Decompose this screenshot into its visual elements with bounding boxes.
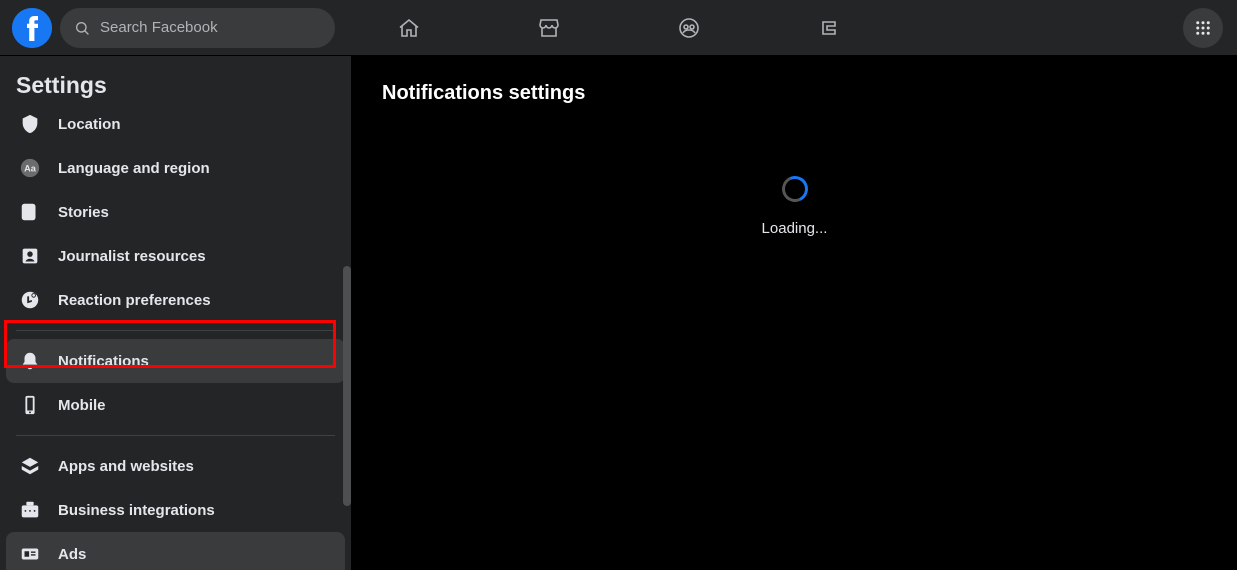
page-title: Notifications settings [352, 56, 1237, 105]
apps-icon [16, 455, 44, 477]
language-icon: Aa [16, 157, 44, 179]
sidebar-item-business[interactable]: Business integrations [6, 488, 345, 532]
mobile-icon [16, 394, 44, 416]
home-icon [397, 16, 421, 40]
sidebar-item-label: Stories [58, 204, 109, 221]
sidebar-item-journalist[interactable]: Journalist resources [6, 234, 345, 278]
search-placeholder-text: Search Facebook [100, 19, 218, 36]
sidebar-scrollbar[interactable] [343, 266, 351, 506]
sidebar-item-label: Journalist resources [58, 248, 206, 265]
sidebar-item-label: Apps and websites [58, 458, 194, 475]
sidebar-scroll-area[interactable]: Location Aa Language and region Stories [0, 102, 351, 570]
sidebar-item-mobile[interactable]: Mobile [6, 383, 345, 427]
groups-icon [677, 16, 701, 40]
reaction-icon [16, 289, 44, 311]
notifications-icon [16, 350, 44, 372]
nav-marketplace[interactable] [519, 8, 579, 48]
spinner-icon [778, 172, 811, 205]
stories-icon [16, 201, 44, 223]
menu-grid-icon [1194, 19, 1212, 37]
location-icon [16, 113, 44, 135]
loading-indicator: Loading... [352, 176, 1237, 237]
search-icon [74, 20, 90, 36]
top-header: Search Facebook [0, 0, 1237, 56]
ads-icon [16, 543, 44, 565]
sidebar-item-apps[interactable]: Apps and websites [6, 444, 345, 488]
sidebar-item-notifications[interactable]: Notifications [6, 339, 345, 383]
marketplace-icon [537, 16, 561, 40]
nav-home[interactable] [379, 8, 439, 48]
nav-gaming[interactable] [799, 8, 859, 48]
sidebar-item-language[interactable]: Aa Language and region [6, 146, 345, 190]
sidebar-item-label: Business integrations [58, 502, 215, 519]
business-icon [16, 499, 44, 521]
sidebar-list: Location Aa Language and region Stories [0, 102, 351, 570]
page-body: Settings Location Aa Language and region [0, 56, 1237, 570]
menu-button[interactable] [1183, 8, 1223, 48]
svg-text:Aa: Aa [24, 164, 37, 174]
sidebar-item-reactions[interactable]: Reaction preferences [6, 278, 345, 322]
sidebar-item-label: Ads [58, 546, 86, 563]
loading-text: Loading... [762, 220, 828, 237]
journalist-icon [16, 245, 44, 267]
sidebar-divider [16, 435, 335, 436]
sidebar-item-label: Language and region [58, 160, 210, 177]
search-input[interactable]: Search Facebook [60, 8, 335, 48]
sidebar-item-label: Location [58, 116, 121, 133]
facebook-logo[interactable] [12, 8, 52, 48]
nav-groups[interactable] [659, 8, 719, 48]
sidebar-item-ads[interactable]: Ads [6, 532, 345, 570]
sidebar-item-label: Notifications [58, 353, 149, 370]
sidebar-item-location[interactable]: Location [6, 102, 345, 146]
main-content: Notifications settings Loading... [352, 56, 1237, 570]
sidebar-divider [16, 330, 335, 331]
sidebar-item-label: Reaction preferences [58, 292, 211, 309]
sidebar-item-stories[interactable]: Stories [6, 190, 345, 234]
settings-sidebar: Settings Location Aa Language and region [0, 56, 352, 570]
sidebar-item-label: Mobile [58, 397, 106, 414]
gaming-icon [817, 16, 841, 40]
